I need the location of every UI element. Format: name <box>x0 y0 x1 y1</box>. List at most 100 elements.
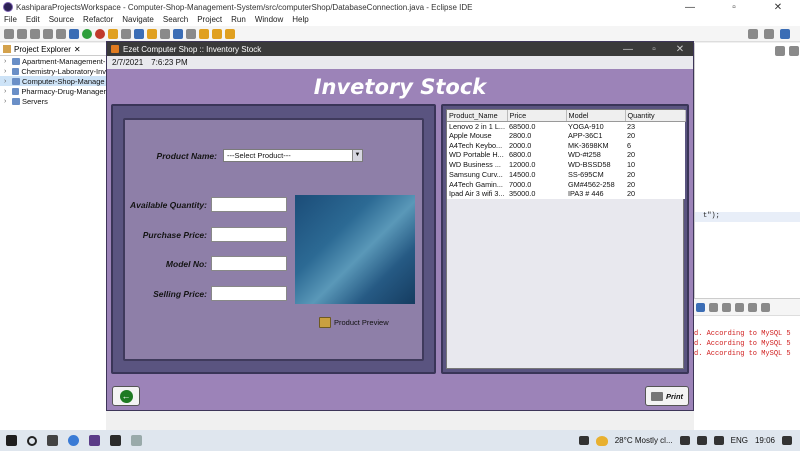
menu-search[interactable]: Search <box>163 14 188 26</box>
console-output[interactable]: d. According to MySQL 5 d. According to … <box>694 316 800 430</box>
console-icon[interactable] <box>696 302 705 312</box>
volume-icon[interactable] <box>696 436 707 445</box>
eclipse-title-bar: KashiparaProjectsWorkspace - Computer-Sh… <box>0 0 800 14</box>
eclipse-taskbar-icon[interactable] <box>89 435 100 446</box>
product-select[interactable]: ---Select Product--- ▼ <box>223 149 363 162</box>
table-row[interactable]: Apple Mouse 2800.0 APP-36C1 20 <box>447 131 685 141</box>
windows-start-icon[interactable] <box>6 435 17 446</box>
minimize-view-icon[interactable] <box>761 302 770 312</box>
code-editor-area[interactable]: t"); <box>694 43 800 298</box>
menu-source[interactable]: Source <box>49 14 74 26</box>
app-close-button[interactable]: ✕ <box>667 44 693 55</box>
app-title-bar[interactable]: Ezet Computer Shop :: Inventory Stock — … <box>107 42 693 56</box>
available-quantity-field[interactable] <box>211 197 287 212</box>
network-icon[interactable] <box>679 436 690 445</box>
col-header-quantity[interactable]: Quantity <box>625 110 686 122</box>
selling-price-field[interactable] <box>211 286 287 301</box>
java-app-taskbar-icon[interactable] <box>131 435 142 446</box>
expand-chevron-icon[interactable]: › <box>4 78 10 85</box>
table-row[interactable]: A4Tech Keybo... 2000.0 MK-3698KM 6 <box>447 140 685 151</box>
col-header-model[interactable]: Model <box>566 110 626 122</box>
new-package-icon[interactable] <box>134 28 144 39</box>
stock-table-scroll[interactable]: Product_Name Price Model Quantity Lenovo… <box>446 109 686 369</box>
new-file-icon[interactable] <box>4 28 14 39</box>
menu-help[interactable]: Help <box>292 14 308 26</box>
menu-edit[interactable]: Edit <box>26 14 40 26</box>
debug-icon[interactable] <box>69 28 79 39</box>
system-tray: 28°C Mostly cl... ENG 19:06 <box>578 435 800 446</box>
people-icon[interactable] <box>578 436 589 445</box>
task-list-icon[interactable] <box>789 46 799 56</box>
weather-icon[interactable] <box>595 435 608 446</box>
app-minimize-button[interactable]: — <box>615 44 641 55</box>
table-row[interactable]: A4Tech Gamin... 7000.0 GM#4562-258 20 <box>447 179 685 190</box>
display-console-icon[interactable] <box>748 302 757 312</box>
annotation-icon[interactable] <box>186 28 196 39</box>
clear-console-icon[interactable] <box>709 302 718 312</box>
table-row[interactable]: Lenovo 2 in 1 L... 68500.0 YOGA-910 23 <box>447 121 685 131</box>
expand-chevron-icon[interactable]: › <box>4 88 10 95</box>
next-annotation-icon[interactable] <box>199 28 209 39</box>
table-row[interactable]: Samsung Curv... 14500.0 SS-695CM 20 <box>447 169 685 180</box>
search-icon[interactable] <box>27 435 37 446</box>
purchase-price-field[interactable] <box>211 227 287 242</box>
project-explorer-close-icon[interactable]: ✕ <box>74 45 81 54</box>
external-tools-icon[interactable] <box>108 28 118 39</box>
back-icon[interactable] <box>212 28 222 39</box>
expand-chevron-icon[interactable]: › <box>4 68 10 75</box>
project-explorer-title[interactable]: Project Explorer <box>14 45 71 54</box>
battery-icon[interactable] <box>713 436 724 445</box>
java-perspective-icon[interactable] <box>780 28 790 39</box>
expand-chevron-icon[interactable]: › <box>4 58 10 65</box>
open-type-icon[interactable] <box>160 28 170 39</box>
maximize-button[interactable]: ▫ <box>712 2 756 13</box>
menu-refactor[interactable]: Refactor <box>83 14 113 26</box>
search-icon[interactable] <box>173 28 183 39</box>
search-toolbar-icon[interactable] <box>748 28 758 39</box>
outline-icon[interactable] <box>775 46 785 56</box>
edge-browser-icon[interactable] <box>68 435 79 446</box>
menu-project[interactable]: Project <box>197 14 222 26</box>
col-header-product-name[interactable]: Product_Name <box>447 110 508 122</box>
notifications-icon[interactable] <box>782 436 792 445</box>
new-class-icon[interactable] <box>147 28 157 39</box>
project-item-servers[interactable]: › Servers <box>0 96 106 106</box>
table-row[interactable]: WD Business ... 12000.0 WD-BSSD58 10 <box>447 160 685 170</box>
close-button[interactable]: ✕ <box>756 2 800 13</box>
save-all-icon[interactable] <box>30 28 40 39</box>
menu-run[interactable]: Run <box>231 14 246 26</box>
project-item-apartment[interactable]: › Apartment-Management- <box>0 56 106 66</box>
language-indicator[interactable]: ENG <box>731 436 748 445</box>
forward-icon[interactable] <box>225 28 235 39</box>
menu-file[interactable]: File <box>4 14 17 26</box>
chevron-down-icon[interactable]: ▼ <box>352 150 362 161</box>
app-maximize-button[interactable]: ▫ <box>641 44 667 55</box>
col-header-price[interactable]: Price <box>507 110 567 122</box>
open-perspective-icon[interactable] <box>764 28 774 39</box>
minimize-button[interactable]: — <box>668 2 712 13</box>
project-item-computer-shop[interactable]: › Computer-Shop-Manage <box>0 76 106 86</box>
toggle-icon[interactable] <box>56 28 66 39</box>
save-icon[interactable] <box>17 28 27 39</box>
new-java-project-icon[interactable] <box>121 28 131 39</box>
weather-text[interactable]: 28°C Mostly cl... <box>615 436 673 445</box>
pin-console-icon[interactable] <box>735 302 744 312</box>
project-item-chemistry[interactable]: › Chemistry-Laboratory-Inv <box>0 66 106 76</box>
expand-chevron-icon[interactable]: › <box>4 98 10 105</box>
menu-navigate[interactable]: Navigate <box>122 14 154 26</box>
product-preview-button[interactable]: Product Preview <box>319 317 389 328</box>
run-icon[interactable] <box>82 28 92 39</box>
back-button[interactable]: ← <box>112 386 140 406</box>
print-icon[interactable] <box>43 28 53 39</box>
print-button[interactable]: Print <box>645 386 689 406</box>
terminal-taskbar-icon[interactable] <box>110 435 121 446</box>
task-view-icon[interactable] <box>47 435 58 446</box>
menu-window[interactable]: Window <box>255 14 283 26</box>
table-row[interactable]: Ipad Air 3 wifi 3... 35000.0 IPA3 # 446 … <box>447 189 685 199</box>
project-item-pharmacy[interactable]: › Pharmacy-Drug-Manager <box>0 86 106 96</box>
scroll-lock-icon[interactable] <box>722 302 731 312</box>
model-no-field[interactable] <box>211 256 287 271</box>
coverage-icon[interactable] <box>95 28 105 39</box>
clock[interactable]: 19:06 <box>755 436 775 445</box>
table-row[interactable]: WD Portable H... 6800.0 WD-#t258 20 <box>447 150 685 161</box>
